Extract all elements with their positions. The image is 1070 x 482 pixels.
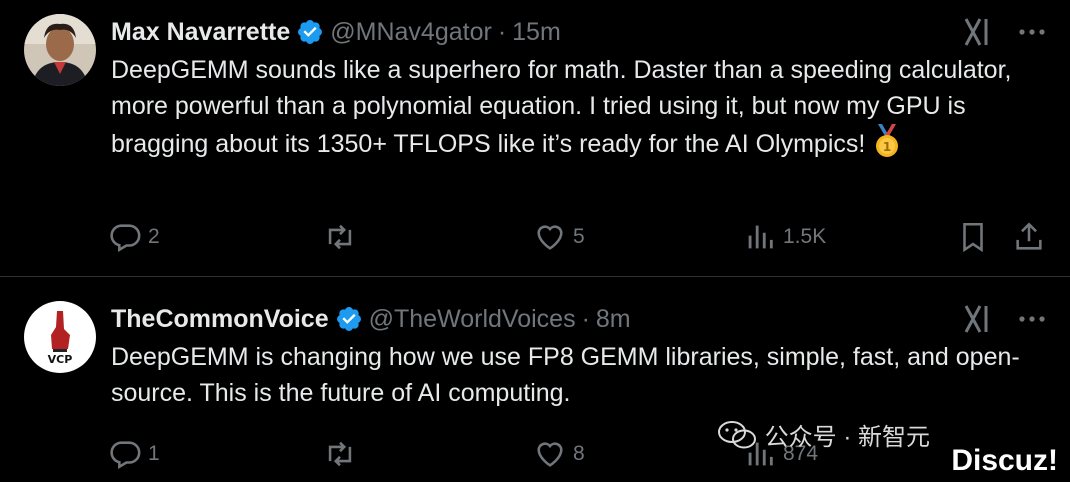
tweet-2[interactable]: VCP TheCommonVoice @TheWorldVoices · 8m … [0,277,1070,482]
share-icon [1016,222,1042,250]
svg-text:1: 1 [883,140,891,154]
verified-badge-icon [335,305,363,333]
tweet-top-actions [962,16,1046,48]
author-name[interactable]: TheCommonVoice [111,305,329,334]
tweet-text: DeepGEMM is changing how we use FP8 GEMM… [111,339,1041,411]
bookmark-icon [963,222,983,253]
tweet-actions: 2 5 1.5K [108,219,1046,255]
tweet-top-actions [962,303,1046,335]
more-icon[interactable] [1018,305,1046,333]
avatar-label: VCP [48,353,73,366]
tweet-header: Max Navarrette @MNav4gator · 15m [111,16,561,48]
bookmark-button[interactable] [956,219,990,255]
retweet-icon [328,441,352,467]
tweet-1[interactable]: Max Navarrette @MNav4gator · 15m DeepGEM… [0,0,1070,277]
retweet-button[interactable] [323,436,363,472]
more-icon[interactable] [1018,18,1046,46]
separator-dot: · [497,17,507,46]
discuz-watermark: Discuz! [951,444,1058,477]
reply-button[interactable]: 2 [108,219,160,255]
like-button[interactable]: 5 [533,219,585,255]
like-icon [537,225,563,250]
tweet-text-content: DeepGEMM is changing how we use FP8 GEMM… [111,343,1020,407]
retweet-icon [328,224,352,250]
reply-icon [110,441,141,470]
watermark-text: 公众号 · 新智元 [764,424,930,451]
wechat-icon [717,420,756,448]
reply-icon [110,224,141,253]
like-button[interactable]: 8 [533,436,585,472]
tweet-text: DeepGEMM sounds like a superhero for mat… [111,52,1041,162]
author-name[interactable]: Max Navarrette [111,18,290,47]
timestamp[interactable]: 15m [512,18,561,47]
reply-count: 1 [148,442,160,465]
avatar-thecommonvoice[interactable]: VCP [24,301,96,373]
like-icon [537,442,563,467]
verified-badge-icon [296,18,324,46]
views-icon [748,225,773,249]
tweet-header: TheCommonVoice @TheWorldVoices · 8m [111,303,631,335]
views-count: 1.5K [783,225,827,248]
like-count: 5 [573,225,585,248]
views-button[interactable]: 1.5K [743,219,826,255]
like-count: 8 [573,442,585,465]
reply-button[interactable]: 1 [108,436,160,472]
separator-dot: · [581,304,590,333]
avatar-max-navarrette[interactable] [24,14,96,86]
share-button[interactable] [1012,219,1046,255]
grok-icon[interactable] [962,17,994,47]
medal-emoji: 1 [872,124,902,158]
watermark: 公众号 · 新智元 [717,417,930,452]
retweet-button[interactable] [323,219,363,255]
author-handle[interactable]: @TheWorldVoices [369,305,576,334]
reply-count: 2 [148,225,160,248]
author-handle[interactable]: @MNav4gator [330,18,492,47]
timestamp[interactable]: 8m [596,305,631,334]
grok-icon[interactable] [962,304,994,334]
